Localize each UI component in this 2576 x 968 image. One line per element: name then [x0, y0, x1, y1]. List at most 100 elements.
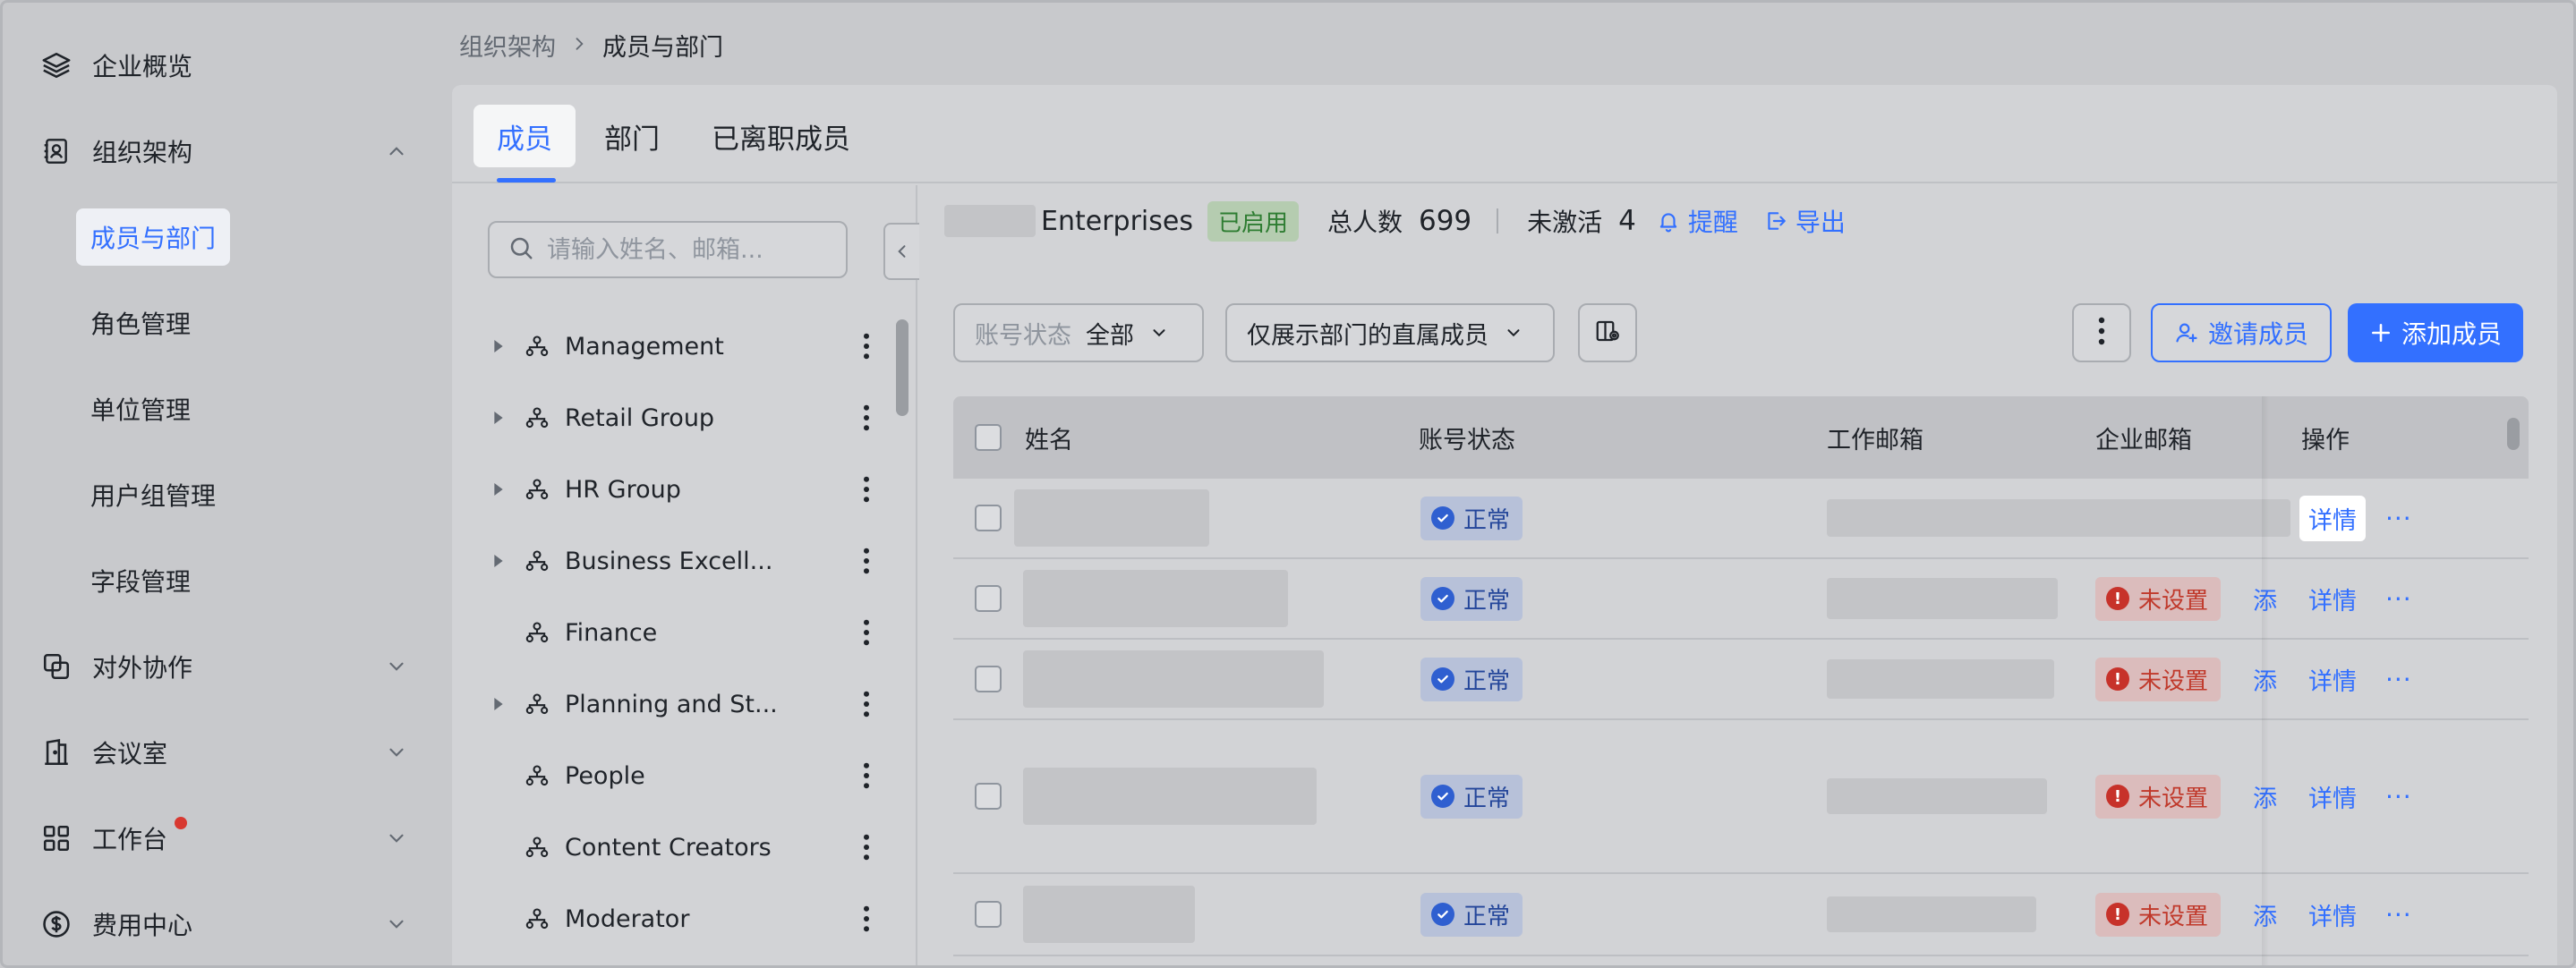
remind-link[interactable]: 提醒: [1656, 203, 1738, 239]
row-checkbox[interactable]: [975, 640, 1002, 718]
column-settings-button[interactable]: [1578, 303, 1637, 362]
caret-right-icon[interactable]: [488, 668, 509, 740]
inactive-label: 未激活: [1527, 208, 1603, 237]
caret-right-icon[interactable]: [488, 525, 509, 597]
detail-link[interactable]: 详情: [2308, 720, 2357, 872]
detail-text: 详情: [2308, 587, 2357, 616]
more-vertical-icon[interactable]: [853, 829, 880, 865]
row-checkbox[interactable]: [975, 479, 1002, 557]
check-circle-icon: [1431, 785, 1454, 808]
dollar-circle-icon: [38, 906, 74, 942]
select-all-checkbox[interactable]: [975, 396, 1002, 479]
more-vertical-icon[interactable]: [853, 471, 880, 507]
sidebar-subitem-units[interactable]: 单位管理: [76, 380, 205, 437]
tab-departed-members[interactable]: 已离职成员: [688, 105, 874, 167]
table-row[interactable]: 正常 详情 ···: [953, 479, 2529, 559]
tree-item-name: Planning and St...: [565, 690, 778, 718]
sidebar-subitem-label: 成员与部门: [90, 224, 217, 253]
tree-item[interactable]: Retail Group: [488, 382, 882, 454]
detail-link[interactable]: 详情: [2299, 479, 2366, 557]
tab-members[interactable]: 成员: [473, 105, 576, 167]
sidebar-subitem-fields[interactable]: 字段管理: [76, 552, 205, 609]
bell-icon: [1656, 208, 1681, 234]
export-link[interactable]: 导出: [1763, 203, 1846, 239]
redacted-name: [1023, 559, 1288, 638]
more-vertical-icon[interactable]: [853, 543, 880, 579]
external-collab-icon: [38, 649, 74, 684]
table-row[interactable]: 正常 !未设置 添 详情 ···: [953, 640, 2529, 720]
redacted-work-email: [1827, 559, 2058, 638]
more-vertical-icon[interactable]: [853, 400, 880, 436]
tree-item[interactable]: Planning and St...: [488, 668, 882, 740]
main-panel: 成员 部门 已离职成员 请输入姓名、邮箱... Management Retai…: [452, 85, 2557, 965]
table-row[interactable]: 正常 !未设置 添 详情 ···: [953, 874, 2529, 956]
invite-member-button[interactable]: 邀请成员: [2151, 303, 2333, 362]
tab-label: 成员: [497, 123, 552, 156]
collapse-tree-button[interactable]: [883, 223, 919, 280]
breadcrumb-parent[interactable]: 组织架构: [459, 28, 556, 63]
redacted-name: [1023, 874, 1195, 955]
table-row[interactable]: 正常 !未设置 添 详情 ···: [953, 559, 2529, 640]
check-circle-icon: [1431, 667, 1454, 691]
tree-item[interactable]: Management: [488, 310, 882, 382]
detail-link[interactable]: 详情: [2308, 559, 2357, 638]
more-vertical-icon[interactable]: [853, 686, 880, 722]
chevron-down-icon[interactable]: [382, 652, 411, 681]
row-more-icon[interactable]: ···: [2385, 479, 2412, 557]
caret-right-icon[interactable]: [488, 310, 509, 382]
more-vertical-icon[interactable]: [853, 615, 880, 650]
department-tree: Management Retail Group HR Group Busines…: [452, 310, 917, 965]
sidebar-item-org[interactable]: 组织架构: [26, 123, 420, 180]
column-settings-icon: [1594, 318, 1621, 348]
total-members-count: 699: [1418, 205, 1472, 237]
tree-item[interactable]: People: [488, 740, 882, 811]
status-text: 正常: [1463, 587, 1511, 615]
plus-icon: [2369, 321, 2393, 344]
sidebar-subitem-user-groups[interactable]: 用户组管理: [76, 466, 230, 523]
tree-scrollbar[interactable]: [896, 319, 908, 416]
account-status-select[interactable]: 账号状态 全部: [953, 303, 1204, 362]
sidebar-item-billing[interactable]: 费用中心: [26, 896, 420, 953]
row-more-icon[interactable]: ···: [2385, 874, 2412, 955]
sidebar-item-workbench[interactable]: 工作台: [26, 810, 420, 867]
more-vertical-icon[interactable]: [853, 758, 880, 794]
row-more-icon[interactable]: ···: [2385, 720, 2412, 872]
chevron-down-icon[interactable]: [382, 824, 411, 853]
row-more-icon[interactable]: ···: [2385, 559, 2412, 638]
more-actions-button[interactable]: [2072, 303, 2131, 362]
org-name: Enterprises: [1041, 205, 1193, 237]
row-checkbox[interactable]: [975, 874, 1002, 955]
sidebar-subitem-roles[interactable]: 角色管理: [76, 294, 205, 352]
add-member-button[interactable]: 添加成员: [2348, 303, 2524, 362]
sidebar-subitem-members-departments[interactable]: 成员与部门: [76, 208, 231, 266]
direct-members-select[interactable]: 仅展示部门的直属成员: [1225, 303, 1555, 362]
caret-right-icon[interactable]: [488, 382, 509, 454]
tree-item[interactable]: Moderator: [488, 883, 882, 955]
more-vertical-icon[interactable]: [853, 328, 880, 364]
detail-link[interactable]: 详情: [2308, 640, 2357, 718]
tree-search-input[interactable]: [547, 235, 833, 264]
chevron-down-icon[interactable]: [382, 910, 411, 938]
tree-item[interactable]: HR Group: [488, 454, 882, 525]
row-checkbox[interactable]: [975, 720, 1002, 872]
sidebar-item-external-collab[interactable]: 对外协作: [26, 638, 420, 695]
detail-link[interactable]: 详情: [2308, 874, 2357, 955]
chevron-up-icon[interactable]: [382, 137, 411, 166]
tree-item[interactable]: Finance: [488, 597, 882, 668]
tab-departments[interactable]: 部门: [581, 105, 683, 167]
caret-right-icon[interactable]: [488, 454, 509, 525]
more-vertical-icon[interactable]: [853, 901, 880, 937]
row-checkbox[interactable]: [975, 559, 1002, 638]
sidebar-item-meeting-room[interactable]: 会议室: [26, 724, 420, 781]
tree-item[interactable]: Content Creators: [488, 811, 882, 883]
tree-search-box[interactable]: [488, 221, 848, 278]
chevron-down-icon[interactable]: [382, 738, 411, 767]
row-more-icon[interactable]: ···: [2385, 640, 2412, 718]
status-badge: 正常: [1420, 559, 1523, 638]
tree-item[interactable]: Business Excell...: [488, 525, 882, 597]
more-text: ···: [2385, 781, 2412, 811]
table-row[interactable]: 正常 !未设置 添 详情 ···: [953, 720, 2529, 874]
table-scrollbar[interactable]: [2507, 418, 2520, 450]
members-table: 姓名 账号状态 工作邮箱 企业邮箱 操作 正常 详情 ··· 正常 ! 未设置 …: [953, 396, 2538, 965]
sidebar-item-overview[interactable]: 企业概览: [26, 37, 420, 94]
